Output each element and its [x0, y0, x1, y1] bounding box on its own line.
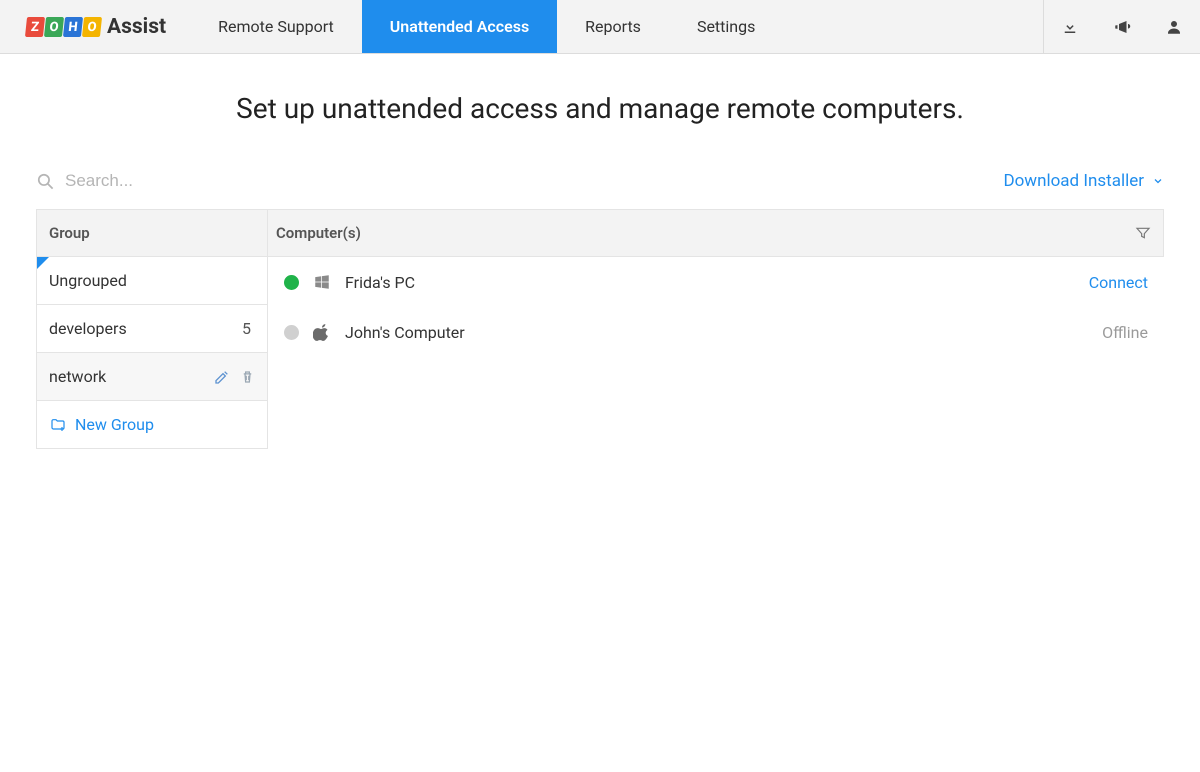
group-label: developers: [49, 319, 127, 338]
groups-header: Group: [36, 209, 268, 257]
group-label: network: [49, 367, 106, 386]
nav-reports[interactable]: Reports: [557, 0, 669, 53]
computer-name: Frida's PC: [345, 273, 1075, 292]
new-group-button[interactable]: New Group: [36, 401, 268, 449]
search-wrap: [36, 171, 1003, 191]
new-group-label: New Group: [75, 415, 154, 434]
download-installer-link[interactable]: Download Installer: [1003, 171, 1164, 191]
nav-unattended-access[interactable]: Unattended Access: [362, 0, 557, 53]
filter-icon[interactable]: [1135, 225, 1151, 241]
connect-button[interactable]: Connect: [1089, 273, 1148, 292]
group-item-ungrouped[interactable]: Ungrouped: [36, 257, 268, 305]
download-icon[interactable]: [1044, 0, 1096, 53]
megaphone-icon[interactable]: [1096, 0, 1148, 53]
toolbar: Download Installer: [36, 159, 1164, 203]
topbar-actions: [1043, 0, 1200, 53]
search-icon: [36, 172, 55, 191]
chevron-down-icon: [1152, 175, 1164, 187]
group-label: Ungrouped: [49, 271, 127, 290]
product-name: Assist: [107, 15, 166, 39]
group-actions: [214, 369, 255, 385]
status-dot-offline-icon: [284, 325, 299, 340]
nav-remote-support[interactable]: Remote Support: [190, 0, 362, 53]
groups-column: Group Ungrouped developers 5 network: [36, 209, 268, 449]
group-item-developers[interactable]: developers 5: [36, 305, 268, 353]
computers-header-label: Computer(s): [276, 224, 361, 242]
computers-header: Computer(s): [268, 209, 1164, 257]
zoho-logo-icon: ZOHO: [26, 17, 101, 37]
edit-icon[interactable]: [214, 369, 230, 385]
offline-label: Offline: [1102, 323, 1148, 342]
page-title: Set up unattended access and manage remo…: [0, 54, 1200, 159]
search-input[interactable]: [65, 171, 325, 191]
download-installer-label: Download Installer: [1003, 171, 1144, 191]
trash-icon[interactable]: [240, 369, 255, 385]
computer-row: John's Computer Offline: [268, 307, 1164, 357]
top-bar: ZOHO Assist Remote Support Unattended Ac…: [0, 0, 1200, 54]
status-dot-online-icon: [284, 275, 299, 290]
computer-name: John's Computer: [345, 323, 1088, 342]
brand-logo: ZOHO Assist: [0, 0, 190, 53]
computer-row: Frida's PC Connect: [268, 257, 1164, 307]
user-icon[interactable]: [1148, 0, 1200, 53]
group-count: 5: [242, 319, 255, 338]
computers-column: Computer(s) Frida's PC Connect John's Co…: [268, 209, 1164, 449]
main-nav: Remote Support Unattended Access Reports…: [190, 0, 783, 53]
nav-settings[interactable]: Settings: [669, 0, 783, 53]
folder-add-icon: [49, 417, 67, 433]
windows-icon: [313, 273, 331, 291]
apple-icon: [313, 322, 331, 342]
group-item-network[interactable]: network: [36, 353, 268, 401]
